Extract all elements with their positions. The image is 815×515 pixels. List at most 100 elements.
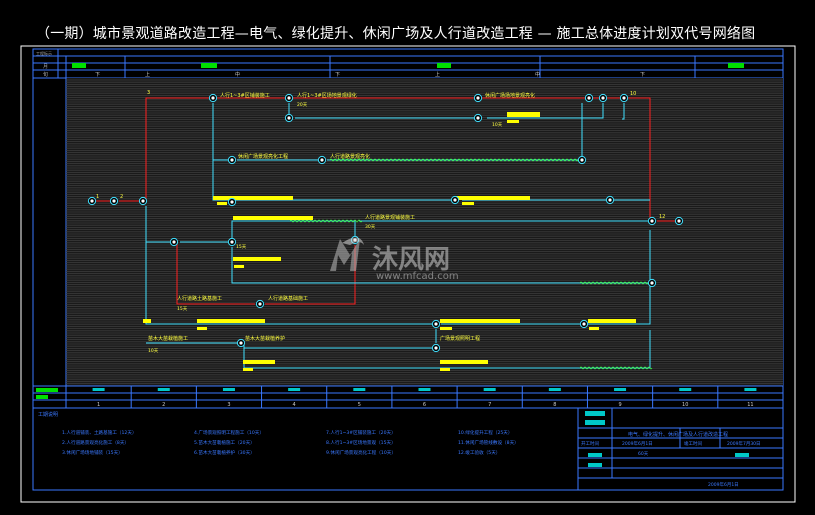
scale-marker	[679, 388, 692, 391]
activity-label: 苗木大苗栽植养护	[245, 335, 285, 342]
tb-marker	[735, 453, 749, 457]
month-marker	[437, 63, 451, 68]
scale-label: 8	[553, 402, 556, 408]
network-node-core	[112, 199, 116, 203]
network-node-core	[287, 96, 291, 100]
network-node-core	[453, 198, 457, 202]
network-node-core	[587, 96, 591, 100]
legend-item: 2.人行道路景观亮化施工（8天）	[62, 439, 129, 446]
legend-item: 7.人行1~3#区铺装施工（20天）	[326, 429, 396, 436]
scale-marker	[288, 388, 301, 391]
scale-label: 1	[97, 402, 100, 408]
scale-marker	[92, 388, 105, 391]
xun-label: 下	[95, 72, 100, 78]
month-marker	[201, 63, 217, 68]
xun-label: 下	[640, 72, 645, 78]
network-node-core	[172, 240, 176, 244]
duration-label: 10天	[492, 122, 503, 128]
activity-label: 人行道路景观铺装施工	[365, 214, 415, 221]
scale-marker	[614, 388, 627, 391]
xun-label: 上	[435, 71, 440, 78]
node-label: 1	[96, 194, 99, 200]
duration-label: 20天	[297, 102, 308, 108]
activity-label: 苗木大苗栽植施工	[148, 335, 188, 342]
xun-label: 上	[145, 71, 150, 78]
activity-label: 人行道路基础施工	[268, 295, 308, 302]
legend-area: 工期说明 1.人行道铺装、土路基施工（12天） 2.人行道路景观亮化施工（8天） 3…	[32, 407, 579, 491]
header-grid: 工程标示 月 旬 下 上 中 下 上 中 下	[33, 49, 783, 79]
tb-duration: 60天	[638, 451, 649, 457]
duration-label: 30天	[365, 224, 376, 230]
network-node-core	[211, 96, 215, 100]
activity-label: 休闲广场场地景观亮化	[485, 92, 535, 99]
network-node-core	[476, 96, 480, 100]
header-label-0: 工程标示	[36, 50, 52, 56]
scale-marker	[157, 388, 170, 391]
scale-marker	[36, 388, 58, 392]
network-node-core	[434, 322, 438, 326]
network-node-core	[141, 199, 145, 203]
scale-marker	[353, 388, 366, 391]
title-block: 电气、绿化提升、休闲广场及人行道改造工程 开工时间 2009年6月1日 竣工时间…	[577, 407, 784, 491]
network-node-core	[258, 302, 262, 306]
tb-marker	[585, 420, 605, 425]
watermark-url: www.mfcad.com	[376, 271, 459, 282]
network-node-core	[230, 158, 234, 162]
network-node-core	[650, 219, 654, 223]
node-label: 12	[659, 214, 665, 220]
network-node-core	[650, 281, 654, 285]
scale-marker	[548, 388, 561, 391]
legend-item: 12.竣工验收（5天）	[458, 449, 500, 456]
activity-label: 人行1~3#区场地景观绿化	[297, 92, 357, 99]
tb-start-date: 2009年6月1日	[622, 440, 653, 447]
header-label-1: 月	[43, 64, 48, 70]
network-node-core	[476, 116, 480, 120]
scale-label: 6	[423, 402, 426, 408]
network-node-core	[230, 200, 234, 204]
activity-label: 广场景观照明工程	[440, 335, 480, 342]
scale-label: 10	[682, 402, 688, 408]
bottom-scale: 1 2 3 4 5 6 7 8 9 10 11	[32, 385, 784, 409]
month-marker	[72, 63, 86, 68]
scale-label: 11	[747, 402, 753, 408]
network-node-core	[601, 96, 605, 100]
tb-end-label: 竣工时间	[684, 440, 702, 447]
header-label-2: 旬	[43, 71, 48, 78]
activity-label: 人行1~3#区铺装施工	[220, 92, 270, 99]
node-label: 2	[120, 194, 123, 200]
network-node-core	[287, 116, 291, 120]
scale-label: 2	[162, 402, 165, 408]
scale-marker	[744, 388, 757, 391]
scale-marker	[483, 388, 496, 391]
legend-item: 1.人行道铺装、土路基施工（12天）	[62, 429, 137, 436]
scale-marker	[36, 395, 48, 399]
legend-item: 6.苗木大苗栽植养护（30天）	[194, 449, 255, 456]
tb-marker	[585, 411, 605, 416]
scale-label: 3	[227, 402, 230, 408]
tb-start-label: 开工时间	[581, 440, 599, 447]
legend-item: 10.绿化提升工程（25天）	[458, 429, 513, 436]
network-node-core	[677, 219, 681, 223]
tb-end-date: 2009年7月30日	[727, 440, 761, 447]
network-node-core	[582, 322, 586, 326]
tb-date: 2009年6月1日	[708, 481, 739, 488]
scale-marker	[222, 388, 235, 391]
legend-heading: 工期说明	[38, 411, 58, 418]
legend-item: 8.人行1~3#区场地景观（15天）	[326, 439, 396, 446]
duration-label: 15天	[177, 306, 188, 312]
xun-label: 下	[335, 72, 340, 78]
network-node-core	[608, 198, 612, 202]
activity-label: 人行道路景观亮化	[330, 153, 370, 160]
network-node-core	[90, 199, 94, 203]
duration-label: 15天	[236, 244, 247, 250]
scale-label: 5	[358, 402, 361, 408]
scale-marker	[418, 388, 431, 391]
node-label: 10	[630, 91, 636, 97]
network-node-core	[580, 158, 584, 162]
network-node-core	[320, 158, 324, 162]
activity-label: 人行道路土路基施工	[177, 295, 222, 302]
legend-item: 5.苗木大苗栽植施工（20天）	[194, 439, 255, 446]
duration-label: 10天	[148, 348, 159, 354]
xun-label: 中	[235, 71, 240, 78]
scale-label: 9	[618, 402, 621, 408]
